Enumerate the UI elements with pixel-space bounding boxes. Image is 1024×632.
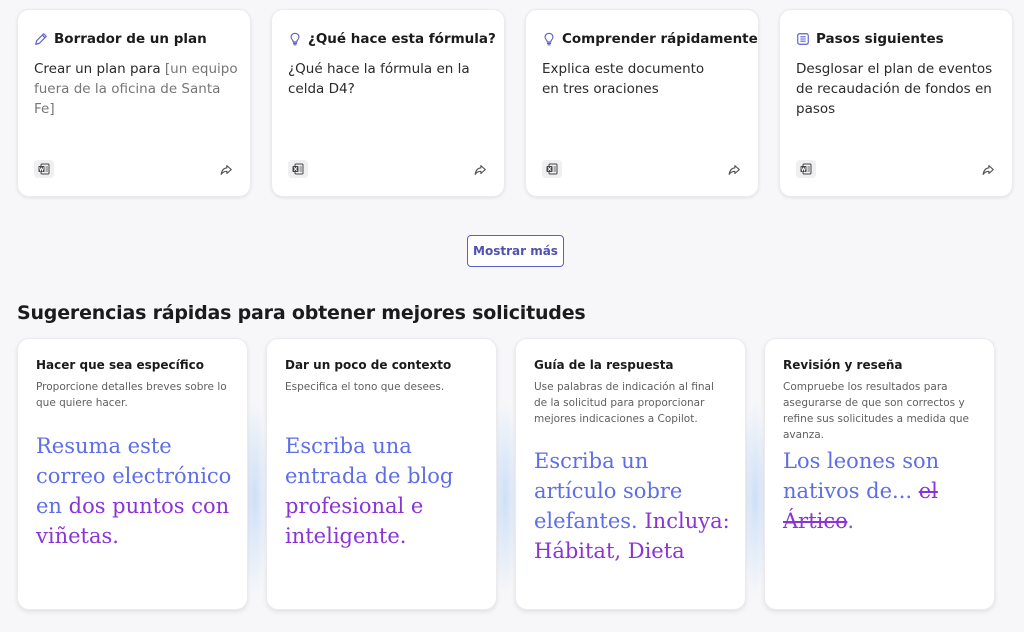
prompt-card-body: Crear un plan para [un equipo fuera de l… (34, 61, 238, 117)
lightbulb-icon (290, 32, 300, 46)
tip-card-specific: Hacer que sea específico Proporcione det… (17, 338, 248, 610)
tip-card-title: Dar un poco de contexto (285, 358, 452, 372)
prompt-card-body: Desglosar el plan de eventos de recaudac… (796, 61, 993, 117)
tip-card-context: Dar un poco de contexto Especifica el to… (266, 338, 497, 610)
lightbulb-icon (544, 32, 554, 46)
word-icon (34, 160, 54, 178)
prompt-card-title: Comprender rápidamente (542, 30, 758, 48)
excel-icon (542, 160, 562, 178)
prompt-card-title: Borrador de un plan (34, 30, 234, 48)
tip-card-title: Hacer que sea específico (36, 358, 204, 372)
tip-card-description: Proporcione detalles breves sobre lo que… (36, 381, 227, 409)
prompt-card-body: ¿Qué hace la fórmula en la celda D4? (288, 61, 470, 97)
tip-card-description: Use palabras de indicación al final de l… (534, 381, 714, 425)
prompt-card-next-steps[interactable]: Pasos siguientes Desglosar el plan de ev… (779, 9, 1013, 197)
share-icon[interactable] (726, 162, 742, 178)
tip-card-description: Compruebe los resultados para asegurarse… (783, 381, 969, 441)
tips-row: Hacer que sea específico Proporcione det… (0, 338, 1024, 618)
tip-card-example: Escriba un artículo sobre elefantes. Inc… (534, 449, 730, 563)
word-icon (796, 160, 816, 178)
tip-card-guide: Guía de la respuesta Use palabras de ind… (515, 338, 746, 610)
prompt-gallery: Borrador de un plan Crear un plan para [… (17, 9, 1014, 198)
tip-card-description: Especifica el tono que desees. (285, 381, 445, 393)
prompt-card-title: Pasos siguientes (796, 30, 996, 48)
section-title: Sugerencias rápidas para obtener mejores… (17, 302, 586, 324)
share-icon[interactable] (980, 162, 996, 178)
tip-card-example: Resuma este correo electrónico en dos pu… (36, 434, 232, 548)
pen-icon (35, 33, 47, 45)
tip-card-review: Revisión y reseña Compruebe los resultad… (764, 338, 995, 610)
list-icon (797, 33, 809, 45)
prompt-card-body: Explica este documento en tres oraciones (542, 61, 705, 97)
prompt-card-formula[interactable]: ¿Qué hace esta fórmula? ¿Qué hace la fór… (271, 9, 505, 197)
tip-card-title: Guía de la respuesta (534, 358, 674, 372)
share-icon[interactable] (218, 162, 234, 178)
tip-card-title: Revisión y reseña (783, 358, 903, 372)
prompt-card-draft-plan[interactable]: Borrador de un plan Crear un plan para [… (17, 9, 251, 197)
show-more-button[interactable]: Mostrar más (467, 235, 564, 267)
prompt-card-understand[interactable]: Comprender rápidamente Explica este docu… (525, 9, 759, 197)
tip-card-example: Escriba una entrada de blog profesional … (285, 434, 454, 548)
tip-card-example: Los leones son nativos de... el Ártico. (783, 449, 940, 533)
prompt-card-title: ¿Qué hace esta fórmula? (288, 30, 496, 48)
excel-icon (288, 160, 308, 178)
share-icon[interactable] (472, 162, 488, 178)
